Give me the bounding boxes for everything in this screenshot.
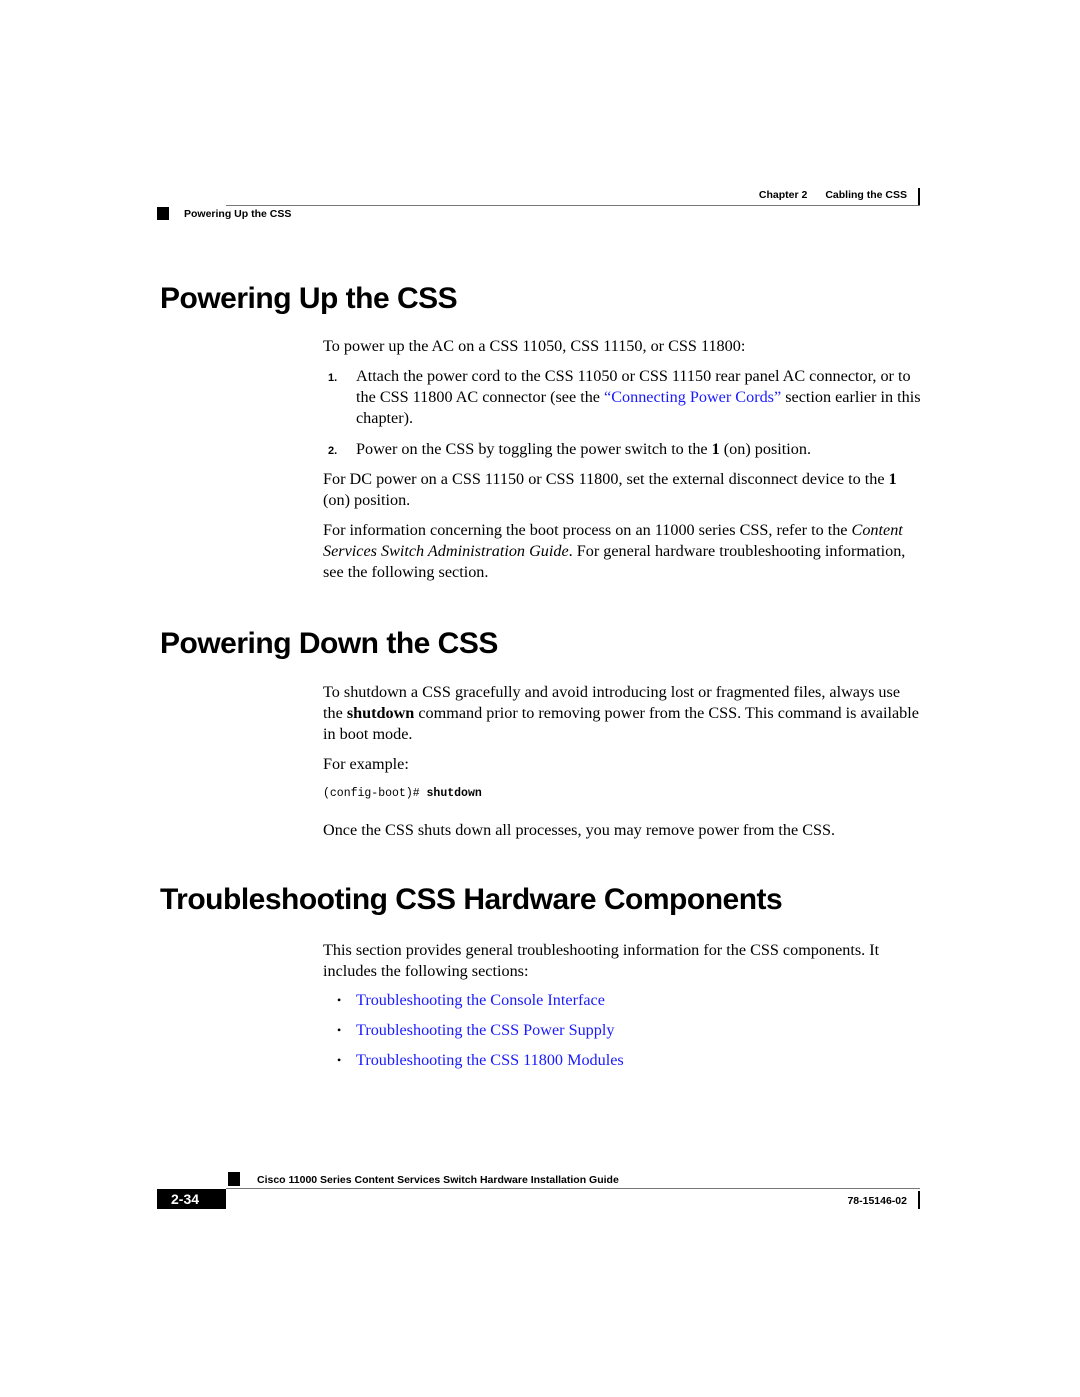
step-text: Attach the power cord to the CSS 11050 o… [356, 366, 923, 429]
power-supply-link[interactable]: Troubleshooting the CSS Power Supply [356, 1021, 614, 1039]
header-rule [226, 205, 920, 206]
running-header-chapter: Chapter 2 Cabling the CSS [759, 189, 907, 201]
code-command: shutdown [426, 787, 482, 800]
bullet-icon: • [337, 1023, 342, 1037]
step-bold: 1 [711, 440, 720, 458]
console-interface-link[interactable]: Troubleshooting the Console Interface [356, 991, 605, 1009]
bullet-icon: • [337, 993, 342, 1007]
code-prompt: (config-boot)# [323, 787, 427, 800]
heading-powering-down: Powering Down the CSS [160, 627, 498, 660]
step-text-before: Power on the CSS by toggling the power s… [356, 440, 712, 458]
step-1: 1. Attach the power cord to the CSS 1105… [323, 366, 923, 429]
page-number: 2-34 [157, 1189, 226, 1209]
troubleshooting-intro: This section provides general troublesho… [323, 941, 880, 980]
footer-bar [918, 1191, 920, 1209]
doc-number: 78-15146-02 [847, 1195, 907, 1207]
step-2: 2. Power on the CSS by toggling the powe… [323, 439, 923, 460]
example-label: For example: [323, 755, 409, 773]
list-item: • Troubleshooting the CSS 11800 Modules [323, 1050, 624, 1080]
text: For information concerning the boot proc… [323, 521, 852, 539]
troubleshooting-links-list: • Troubleshooting the Console Interface … [323, 990, 624, 1080]
boot-process-paragraph: For information concerning the boot proc… [323, 520, 923, 583]
footer-square-marker [228, 1172, 240, 1186]
connecting-power-cords-link[interactable]: “Connecting Power Cords” [604, 388, 781, 406]
bullet-icon: • [337, 1053, 342, 1067]
power-up-intro: To power up the AC on a CSS 11050, CSS 1… [323, 337, 746, 355]
footer-guide-title: Cisco 11000 Series Content Services Swit… [257, 1174, 619, 1186]
header-bar [918, 188, 920, 206]
header-square-marker [157, 207, 169, 220]
shutdown-closing: Once the CSS shuts down all processes, y… [323, 821, 836, 839]
heading-powering-up: Powering Up the CSS [160, 282, 458, 315]
heading-troubleshooting: Troubleshooting CSS Hardware Components [160, 883, 783, 916]
step-number: 2. [328, 445, 338, 457]
step-text: Power on the CSS by toggling the power s… [356, 439, 923, 460]
chapter-number: Chapter 2 [758, 189, 808, 201]
text: (on) position. [323, 491, 411, 509]
bold-command: shutdown [346, 704, 415, 722]
modules-link[interactable]: Troubleshooting the CSS 11800 Modules [356, 1051, 624, 1069]
list-item: • Troubleshooting the CSS Power Supply [323, 1020, 624, 1050]
shutdown-paragraph: To shutdown a CSS gracefully and avoid i… [323, 682, 923, 745]
bold-text: 1 [888, 470, 897, 488]
dc-power-paragraph: For DC power on a CSS 11150 or CSS 11800… [323, 469, 923, 511]
running-header-section: Powering Up the CSS [184, 208, 292, 220]
chapter-title: Cabling the CSS [825, 189, 907, 201]
step-number: 1. [328, 372, 338, 384]
footer-rule [226, 1188, 920, 1189]
step-text-after: (on) position. [719, 440, 812, 458]
list-item: • Troubleshooting the Console Interface [323, 990, 624, 1020]
code-example: (config-boot)# shutdown [323, 787, 482, 800]
text: For DC power on a CSS 11150 or CSS 11800… [323, 470, 889, 488]
